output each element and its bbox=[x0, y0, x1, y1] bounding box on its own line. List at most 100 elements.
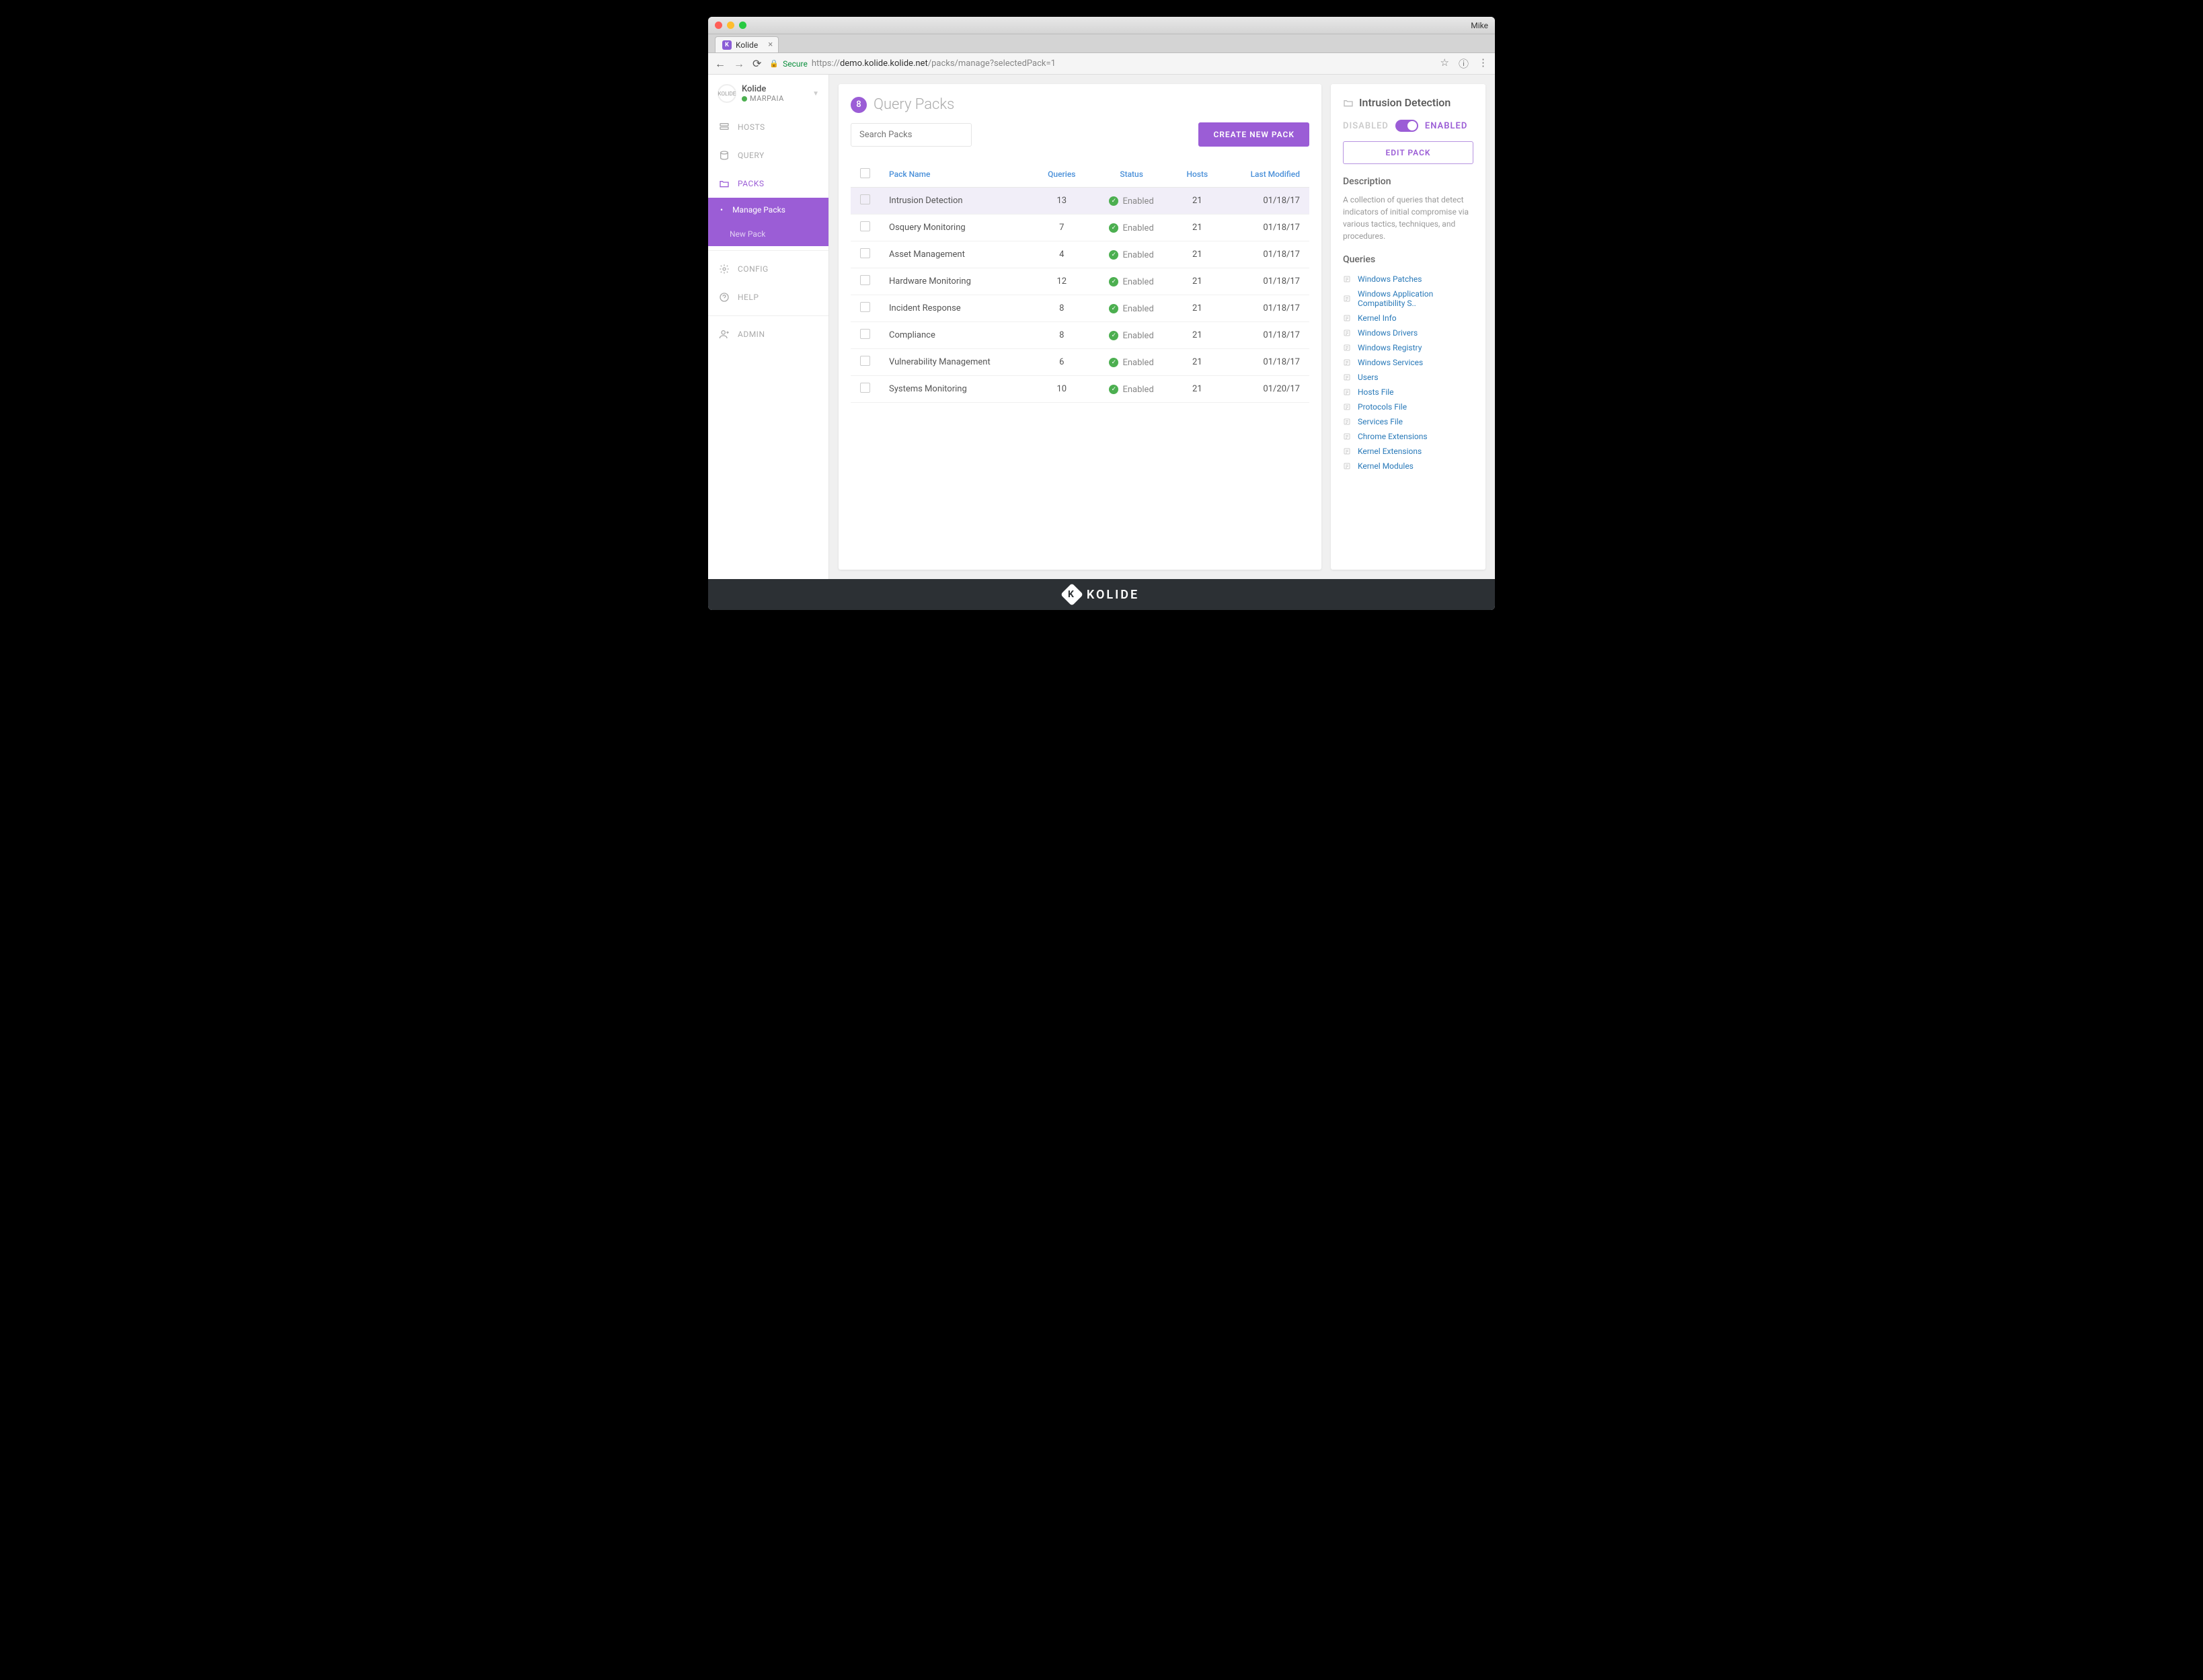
nav-query[interactable]: QUERY bbox=[708, 141, 828, 169]
cell-status: ✓Enabled bbox=[1091, 188, 1172, 215]
table-row[interactable]: Hardware Monitoring 12 ✓Enabled 21 01/18… bbox=[851, 268, 1309, 295]
address-bar[interactable]: 🔒 Secure https://demo.kolide.kolide.net/… bbox=[769, 59, 1432, 69]
query-icon bbox=[1343, 314, 1351, 322]
check-icon: ✓ bbox=[1109, 358, 1118, 367]
col-hosts[interactable]: Hosts bbox=[1171, 161, 1223, 188]
query-list-item: Windows Registry bbox=[1343, 340, 1473, 355]
nav-config[interactable]: CONFIG bbox=[708, 255, 828, 283]
enabled-label: ENABLED bbox=[1425, 121, 1467, 131]
star-icon[interactable]: ☆ bbox=[1440, 56, 1449, 71]
disabled-label: DISABLED bbox=[1343, 121, 1389, 131]
col-modified[interactable]: Last Modified bbox=[1223, 161, 1309, 188]
col-status[interactable]: Status bbox=[1091, 161, 1172, 188]
enable-toggle[interactable] bbox=[1395, 120, 1418, 132]
query-list-item: Hosts File bbox=[1343, 385, 1473, 399]
query-link[interactable]: Hosts File bbox=[1358, 387, 1394, 397]
query-icon bbox=[1343, 344, 1351, 352]
query-link[interactable]: Kernel Info bbox=[1358, 313, 1397, 323]
back-button[interactable]: ← bbox=[715, 57, 726, 71]
tab-close-icon[interactable]: × bbox=[768, 40, 773, 50]
query-link[interactable]: Windows Registry bbox=[1358, 343, 1422, 352]
packs-icon bbox=[719, 178, 730, 189]
forward-button[interactable]: → bbox=[734, 57, 744, 71]
row-checkbox[interactable] bbox=[860, 194, 870, 204]
row-checkbox[interactable] bbox=[860, 275, 870, 285]
query-link[interactable]: Windows Services bbox=[1358, 358, 1423, 367]
query-icon bbox=[1343, 295, 1351, 303]
info-icon[interactable]: ⓘ bbox=[1459, 56, 1469, 71]
footer-logo-icon: K bbox=[1060, 583, 1083, 606]
create-pack-button[interactable]: CREATE NEW PACK bbox=[1198, 122, 1309, 147]
nav-help[interactable]: HELP bbox=[708, 283, 828, 311]
cell-modified: 01/20/17 bbox=[1223, 376, 1309, 403]
footer-text: KOLIDE bbox=[1087, 588, 1139, 602]
row-checkbox[interactable] bbox=[860, 221, 870, 231]
subnav-manage-packs[interactable]: Manage Packs bbox=[708, 198, 828, 222]
description-heading: Description bbox=[1343, 176, 1473, 187]
query-link[interactable]: Kernel Extensions bbox=[1358, 447, 1422, 456]
menu-icon[interactable]: ⋮ bbox=[1478, 56, 1488, 71]
nav-hosts[interactable]: HOSTS bbox=[708, 113, 828, 141]
query-icon bbox=[1343, 403, 1351, 411]
main-content: 8 Query Packs CREATE NEW PACK Pack Name … bbox=[839, 84, 1321, 570]
nav-admin[interactable]: ADMIN bbox=[708, 320, 828, 348]
row-checkbox[interactable] bbox=[860, 329, 870, 339]
query-link[interactable]: Windows Patches bbox=[1358, 274, 1422, 284]
cell-modified: 01/18/17 bbox=[1223, 322, 1309, 349]
row-checkbox[interactable] bbox=[860, 356, 870, 366]
cell-hosts: 21 bbox=[1171, 188, 1223, 215]
table-row[interactable]: Systems Monitoring 10 ✓Enabled 21 01/20/… bbox=[851, 376, 1309, 403]
search-input[interactable] bbox=[851, 123, 972, 147]
reload-button[interactable]: ⟳ bbox=[752, 57, 761, 70]
query-link[interactable]: Chrome Extensions bbox=[1358, 432, 1428, 441]
table-row[interactable]: Vulnerability Management 6 ✓Enabled 21 0… bbox=[851, 349, 1309, 376]
query-list-item: Chrome Extensions bbox=[1343, 429, 1473, 444]
cell-status: ✓Enabled bbox=[1091, 295, 1172, 322]
col-pack-name[interactable]: Pack Name bbox=[880, 161, 1032, 188]
query-icon bbox=[1343, 329, 1351, 337]
lock-icon: 🔒 bbox=[769, 59, 779, 68]
cell-modified: 01/18/17 bbox=[1223, 188, 1309, 215]
close-window-button[interactable] bbox=[715, 22, 722, 29]
brand-header[interactable]: KOLIDE Kolide MARPAIA ▼ bbox=[708, 75, 828, 113]
select-all-checkbox[interactable] bbox=[860, 168, 870, 178]
browser-tab[interactable]: K Kolide × bbox=[715, 36, 779, 52]
subnav-new-pack[interactable]: New Pack bbox=[708, 222, 828, 246]
query-link[interactable]: Kernel Modules bbox=[1358, 461, 1414, 471]
query-list-item: Kernel Info bbox=[1343, 311, 1473, 326]
cell-name: Intrusion Detection bbox=[880, 188, 1032, 215]
table-row[interactable]: Intrusion Detection 13 ✓Enabled 21 01/18… bbox=[851, 188, 1309, 215]
query-link[interactable]: Users bbox=[1358, 373, 1379, 382]
window-titlebar: Mike bbox=[708, 17, 1495, 34]
maximize-window-button[interactable] bbox=[739, 22, 746, 29]
table-row[interactable]: Incident Response 8 ✓Enabled 21 01/18/17 bbox=[851, 295, 1309, 322]
nav-label: HOSTS bbox=[738, 122, 765, 132]
subnav-label: Manage Packs bbox=[732, 205, 785, 215]
cell-name: Osquery Monitoring bbox=[880, 215, 1032, 241]
row-checkbox[interactable] bbox=[860, 302, 870, 312]
cell-status: ✓Enabled bbox=[1091, 241, 1172, 268]
nav-packs[interactable]: PACKS bbox=[708, 169, 828, 198]
query-link[interactable]: Protocols File bbox=[1358, 402, 1407, 412]
table-row[interactable]: Compliance 8 ✓Enabled 21 01/18/17 bbox=[851, 322, 1309, 349]
check-icon: ✓ bbox=[1109, 304, 1118, 313]
browser-profile-name: Mike bbox=[1471, 21, 1488, 30]
edit-pack-button[interactable]: EDIT PACK bbox=[1343, 141, 1473, 164]
row-checkbox[interactable] bbox=[860, 248, 870, 258]
query-link[interactable]: Windows Application Compatibility S.. bbox=[1358, 289, 1473, 308]
cell-hosts: 21 bbox=[1171, 349, 1223, 376]
cell-modified: 01/18/17 bbox=[1223, 349, 1309, 376]
query-icon bbox=[719, 150, 730, 161]
query-link[interactable]: Services File bbox=[1358, 417, 1403, 426]
table-row[interactable]: Osquery Monitoring 7 ✓Enabled 21 01/18/1… bbox=[851, 215, 1309, 241]
query-link[interactable]: Windows Drivers bbox=[1358, 328, 1418, 338]
footer: K KOLIDE bbox=[708, 579, 1495, 610]
row-checkbox[interactable] bbox=[860, 383, 870, 393]
minimize-window-button[interactable] bbox=[727, 22, 734, 29]
details-panel: Intrusion Detection DISABLED ENABLED EDI… bbox=[1331, 84, 1485, 570]
cell-hosts: 21 bbox=[1171, 268, 1223, 295]
query-icon bbox=[1343, 432, 1351, 441]
packs-table: Pack Name Queries Status Hosts Last Modi… bbox=[851, 161, 1309, 403]
col-queries[interactable]: Queries bbox=[1032, 161, 1091, 188]
table-row[interactable]: Asset Management 4 ✓Enabled 21 01/18/17 bbox=[851, 241, 1309, 268]
